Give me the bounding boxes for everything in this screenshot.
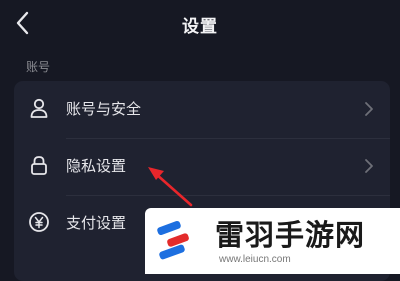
chevron-right-icon — [365, 102, 373, 116]
section-label-account: 账号 — [26, 60, 51, 74]
yen-icon — [29, 212, 49, 232]
row-label-payment-settings: 支付设置 — [66, 214, 127, 232]
watermark-banner: 雷羽手游网 www.leiucn.com — [145, 208, 400, 274]
chevron-right-icon — [365, 159, 373, 173]
top-bar: 设置 — [0, 0, 400, 48]
lock-icon — [31, 156, 47, 175]
row-label-privacy-settings: 隐私设置 — [66, 157, 127, 175]
site-logo-icon — [157, 220, 189, 260]
row-account-security[interactable]: 账号与安全 — [14, 81, 390, 138]
page-title: 设置 — [182, 17, 218, 37]
watermark-site-name: 雷羽手游网 — [215, 218, 366, 252]
row-label-account-security: 账号与安全 — [66, 100, 142, 118]
user-icon — [30, 98, 48, 118]
row-privacy-settings[interactable]: 隐私设置 — [14, 138, 390, 195]
watermark-url: www.leiucn.com — [219, 254, 291, 265]
